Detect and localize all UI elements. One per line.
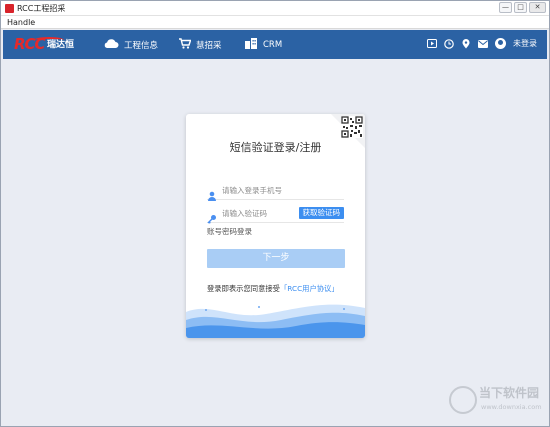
maximize-button[interactable]: □ [514,2,527,13]
code-input[interactable] [222,207,302,220]
window-title: RCC工程招采 [17,4,66,13]
key-icon [207,209,217,224]
nav-item-crm[interactable]: CRM [244,37,282,52]
app-icon [5,4,14,13]
building-icon [244,37,258,52]
minimize-button[interactable]: — [499,2,512,13]
watermark-logo-icon [449,386,477,414]
top-navbar: RCC 瑞达恒 工程信息 慧招采 CRM 未登录 [3,30,547,59]
watermark-title: 当下软件园 [479,386,540,400]
toolbar-right: 未登录 [427,38,537,49]
phone-input[interactable] [222,184,302,197]
user-agreement-link[interactable]: 「RCC用户协议」 [280,284,339,293]
login-status[interactable]: 未登录 [513,38,537,49]
app-window: RCC工程招采 — □ ✕ Handle RCC 瑞达恒 工程信息 慧招采 CR… [0,0,550,427]
title-bar: RCC工程招采 — □ ✕ [1,1,549,16]
site-watermark: 当下软件园 www.downxia.com [449,382,545,418]
avatar[interactable] [495,38,506,49]
get-code-button[interactable]: 获取验证码 [298,207,344,219]
menu-handle[interactable]: Handle [7,17,35,28]
nav-item-label: CRM [263,39,283,50]
nav-item-project-info[interactable]: 工程信息 [103,37,158,52]
close-button[interactable]: ✕ [529,2,546,13]
login-title: 短信验证登录/注册 [229,141,322,154]
play-icon[interactable] [427,39,437,49]
login-card: 短信验证登录/注册 获取验证码 账号密码登录 下一步 登录即表示您同意接受「RC… [186,114,365,338]
code-field[interactable]: 获取验证码 [207,206,344,224]
wave-decoration [186,304,365,338]
logo-cn-text: 瑞达恒 [47,40,75,50]
cart-icon [179,37,192,52]
phone-field[interactable] [207,183,344,201]
nav-item-label: 工程信息 [124,40,159,51]
agreement-prefix: 登录即表示您同意接受 [207,284,280,293]
clock-icon[interactable] [444,38,454,49]
window-controls: — □ ✕ [499,2,546,13]
nav-item-smart-procurement[interactable]: 慧招采 [179,37,222,52]
password-login-link[interactable]: 账号密码登录 [207,227,252,237]
next-button[interactable]: 下一步 [207,249,345,268]
menu-bar: Handle [1,16,549,29]
cloud-icon [103,38,119,52]
mail-icon[interactable] [478,39,488,49]
nav-item-label: 慧招采 [196,40,222,51]
location-icon[interactable] [461,38,471,49]
user-icon [207,186,217,201]
agreement-text: 登录即表示您同意接受「RCC用户协议」 [207,284,339,294]
watermark-url: www.downxia.com [481,403,542,411]
